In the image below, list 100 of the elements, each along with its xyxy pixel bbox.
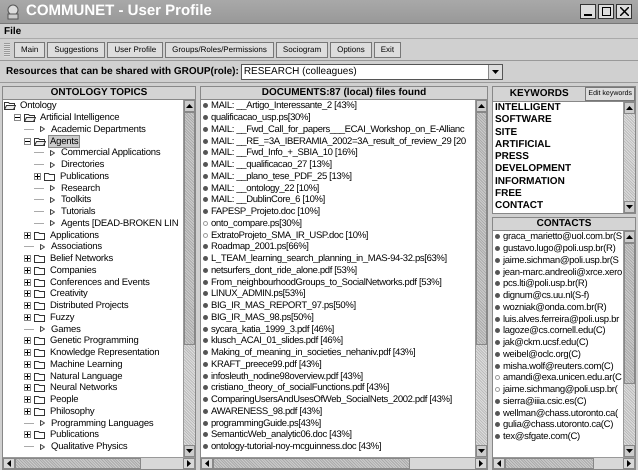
email-address[interactable]: misha.wolf@reuters.com(C): [503, 360, 614, 372]
email-address[interactable]: wellman@chass.utoronto.ca(: [503, 408, 618, 419]
email-address[interactable]: amandi@exa.unicen.edu.ar(C: [503, 372, 622, 384]
expand-toggle[interactable]: [24, 337, 31, 344]
toolbar-button[interactable]: Options: [330, 42, 372, 58]
document-item[interactable]: MAIL: __plano_tese_PDF_25 [13%]: [211, 170, 352, 182]
email-address[interactable]: lagoze@cs.cornell.edu(C): [503, 325, 606, 336]
document-item[interactable]: onto_compare.ps[30%]: [211, 218, 302, 229]
document-item[interactable]: sycara_katia_1999_3.pdf [46%]: [211, 324, 334, 335]
toolbar-button[interactable]: Exit: [374, 42, 402, 58]
expand-toggle[interactable]: [24, 396, 31, 404]
tree-item[interactable]: Agents [DEAD-BROKEN LIN: [59, 216, 180, 230]
email-address[interactable]: sierra@iiia.csic.es(C): [503, 396, 586, 407]
tree-item[interactable]: Tutorials: [59, 205, 98, 218]
tree-item[interactable]: Machine Learning: [48, 358, 124, 371]
expand-toggle[interactable]: [24, 408, 31, 415]
tree-item[interactable]: Qualitative Physics: [49, 440, 130, 454]
collapse-toggle[interactable]: [14, 114, 21, 122]
tree-item[interactable]: Fuzzy: [48, 310, 76, 324]
email-address[interactable]: gulia@chass.utoronto.ca(C): [503, 419, 614, 430]
toolbar-grip[interactable]: [4, 42, 10, 56]
document-item[interactable]: Making_of_meaning_in_societies_nehaniv.pdf [43%]: [211, 347, 416, 358]
tree-item[interactable]: Games: [49, 322, 83, 336]
tree-item[interactable]: Conferences and Events: [48, 276, 152, 289]
tree-item[interactable]: Publications: [48, 428, 101, 442]
document-item[interactable]: LINUX_ADMIN.ps[53%]: [211, 288, 306, 300]
email-address[interactable]: graca_marietto@uol.com.br(S: [503, 231, 622, 242]
expand-toggle[interactable]: [34, 172, 41, 180]
document-item[interactable]: qualificacao_usp.ps[30%]: [211, 112, 310, 124]
scrollbar[interactable]: [623, 102, 635, 213]
tree-item[interactable]: Academic Departments: [49, 122, 148, 136]
email-address[interactable]: pcs.lti@poli.usp.br(R): [503, 278, 588, 290]
document-item[interactable]: klusch_ACAI_01_slides.pdf [46%]: [211, 335, 343, 346]
tree-item[interactable]: Distributed Projects: [48, 299, 130, 312]
document-item[interactable]: ExtratoProjeto_SMA_IR_USP.doc [10%]: [211, 230, 368, 241]
toolbar-button[interactable]: Sociogram: [276, 42, 328, 58]
collapse-toggle[interactable]: [24, 138, 31, 145]
toolbar-button[interactable]: Main: [14, 42, 46, 58]
tree-item[interactable]: Applications: [48, 228, 101, 242]
minimize-button[interactable]: [580, 4, 596, 19]
horizontal-scrollbar[interactable]: [493, 457, 635, 469]
email-address[interactable]: weibel@oclc.org(C): [503, 348, 581, 360]
expand-toggle[interactable]: [24, 314, 31, 321]
expand-toggle[interactable]: [24, 290, 31, 298]
document-item[interactable]: MAIL: __Fwd_Call_for_papers___ECAI_Workshop_on_E-Allianc: [211, 124, 464, 135]
document-item[interactable]: FAPESP_Projeto.doc [10%]: [211, 206, 320, 218]
expand-toggle[interactable]: [24, 302, 31, 310]
close-button[interactable]: [616, 4, 632, 19]
email-address[interactable]: jaime.sichmang@poli.usp.br(: [503, 384, 618, 396]
toolbar-button[interactable]: Groups/Roles/Permissions: [165, 42, 274, 58]
tree-item[interactable]: Genetic Programming: [48, 334, 141, 348]
tree-item[interactable]: Commercial Applications: [59, 146, 162, 160]
email-address[interactable]: jaime.sichman@poli.usp.br(S: [503, 254, 619, 266]
toolbar-button[interactable]: Suggestions: [47, 42, 106, 58]
document-item[interactable]: MAIL: __Artigo_Interessante_2 [43%]: [211, 100, 357, 112]
horizontal-scrollbar[interactable]: [3, 457, 195, 469]
email-address[interactable]: gustavo.lugo@poli.usp.br(R): [503, 243, 616, 254]
keyword-item[interactable]: FREE: [495, 188, 623, 200]
email-address[interactable]: tex@sfgate.com(C): [503, 431, 580, 442]
document-item[interactable]: SemanticWeb_analytic06.doc [43%]: [211, 429, 352, 440]
email-address[interactable]: jean-marc.andreoli@xrce.xero: [503, 266, 622, 278]
tree-item[interactable]: Natural Language: [48, 370, 124, 383]
document-item[interactable]: MAIL: __RE_=3A_IBERAMIA_2002=3A_result_of_review_29 [20: [211, 136, 466, 147]
expand-toggle[interactable]: [24, 232, 31, 239]
document-item[interactable]: BIG_IR_MAS_98.ps[50%]: [211, 312, 314, 323]
tree-item[interactable]: Programming Languages: [49, 416, 156, 430]
group-dropdown[interactable]: RESEARCH (colleagues): [240, 64, 503, 80]
tree-item[interactable]: Ontology: [18, 100, 58, 112]
document-item[interactable]: cristiano_theory_of_socialFunctions.pdf [43%]: [211, 382, 390, 394]
keyword-item[interactable]: CONTACT: [495, 200, 623, 213]
keyword-item[interactable]: SOFTWARE: [495, 114, 623, 127]
keyword-item[interactable]: PRESS: [495, 151, 623, 164]
expand-toggle[interactable]: [24, 360, 31, 368]
expand-toggle[interactable]: [24, 266, 31, 274]
tree-item[interactable]: Research: [59, 182, 102, 195]
keyword-item[interactable]: SITE: [495, 126, 623, 139]
document-item[interactable]: MAIL: __ontology_22 [10%]: [211, 182, 319, 194]
document-item[interactable]: netsurfers_dont_ride_alone.pdf [53%]: [211, 264, 357, 276]
tree-item[interactable]: Publications: [58, 170, 111, 183]
keyword-item[interactable]: ARTIFICIAL: [495, 138, 623, 152]
scrollbar[interactable]: [183, 100, 195, 457]
tree-item[interactable]: Knowledge Representation: [48, 346, 162, 360]
tree-item[interactable]: Philosophy: [48, 404, 96, 418]
document-item[interactable]: infosleuth_nodine98overview.pdf [43%]: [211, 370, 363, 382]
toolbar-button[interactable]: User Profile: [107, 42, 164, 58]
document-item[interactable]: L_TEAM_learning_search_planning_in_MAS-94-32.ps[63%]: [211, 253, 447, 264]
keyword-item[interactable]: DEVELOPMENT: [495, 163, 623, 176]
document-item[interactable]: From_neighbourhoodGroups_to_SocialNetworks.pdf [53%]: [211, 276, 442, 288]
email-address[interactable]: dignum@cs.uu.nl(S-f): [503, 290, 590, 302]
horizontal-scrollbar[interactable]: [201, 457, 487, 469]
document-item[interactable]: AWARENESS_98.pdf [43%]: [211, 406, 322, 417]
menu-item[interactable]: File: [4, 24, 22, 38]
email-address[interactable]: luis.alves.ferreira@poli.usp.br: [503, 314, 619, 325]
expand-toggle[interactable]: [24, 431, 31, 438]
document-item[interactable]: programmingGuide.ps[43%]: [211, 418, 321, 429]
tree-item[interactable]: Belief Networks: [48, 252, 115, 266]
document-item[interactable]: MAIL: __qualificacao_27 [13%]: [211, 159, 332, 170]
document-item[interactable]: BIG_IR_MAS_REPORT_97.ps[50%]: [211, 300, 356, 312]
document-item[interactable]: Roadmap_2001.ps[66%]: [211, 241, 309, 252]
expand-toggle[interactable]: [24, 349, 31, 356]
